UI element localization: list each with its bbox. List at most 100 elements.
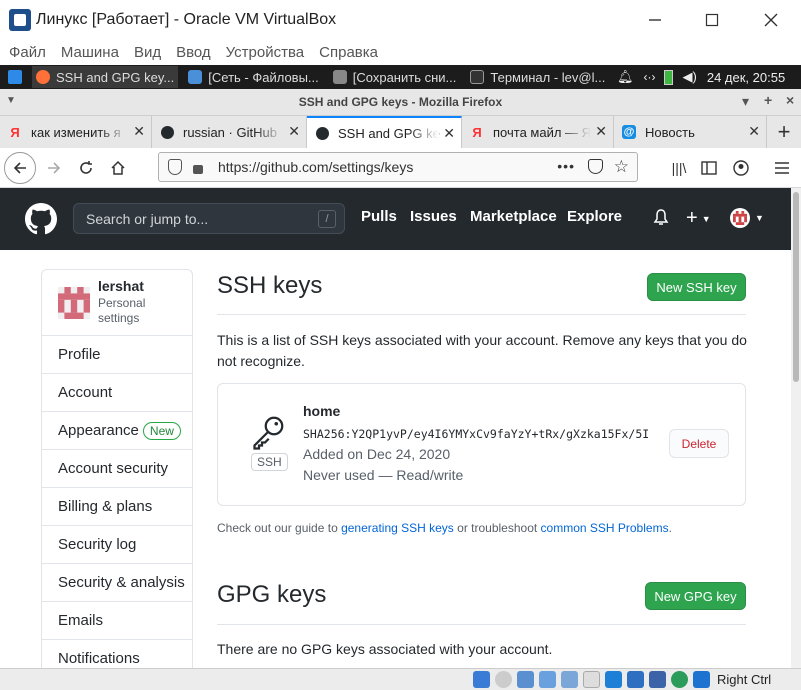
new-tab-button[interactable]: + (767, 116, 801, 148)
mail-at-icon: @ (622, 125, 636, 139)
account-button[interactable] (725, 152, 757, 184)
menu-devices[interactable]: Устройства (226, 44, 304, 61)
tab-news[interactable]: @ Новость ✕ (614, 116, 767, 148)
mouse-capture-icon[interactable] (693, 671, 710, 688)
menu-machine[interactable]: Машина (61, 44, 119, 61)
shared-folders-icon[interactable] (583, 671, 600, 688)
key-added-date: Added on Dec 24, 2020 (303, 446, 451, 462)
close-tab-icon[interactable]: ✕ (748, 123, 760, 140)
sidebar-item-account-security[interactable]: Account security (42, 450, 192, 488)
taskbar-item-firefox[interactable]: SSH and GPG key... (32, 66, 179, 88)
minimize-icon[interactable]: ▾ (742, 93, 749, 110)
generating-ssh-keys-link[interactable]: generating SSH keys (341, 521, 454, 535)
sidebar-item-label: Account (58, 384, 113, 401)
menu-input[interactable]: Ввод (176, 44, 211, 61)
optical-drive-icon[interactable] (495, 671, 512, 688)
close-tab-icon[interactable]: ✕ (443, 125, 455, 142)
taskbar-item-screenshot[interactable]: [Сохранить сни... (329, 66, 461, 88)
new-ssh-key-button[interactable]: New SSH key (647, 273, 746, 301)
close-window-button[interactable] (759, 8, 783, 32)
sidebar-item-profile[interactable]: Profile (42, 336, 192, 374)
audio-icon[interactable] (517, 671, 534, 688)
common-ssh-problems-link[interactable]: common SSH Problems (541, 521, 669, 535)
sidebar-item-security-log[interactable]: Security log (42, 526, 192, 564)
plus-icon: + (686, 207, 698, 229)
sidebar-item-label: Profile (58, 346, 101, 363)
virtualbox-statusbar: Right Ctrl (0, 668, 801, 690)
sidebar-item-appearance[interactable]: Appearance New (42, 412, 192, 450)
sidebar-item-security-analysis[interactable]: Security & analysis (42, 564, 192, 602)
forward-button[interactable] (38, 152, 70, 184)
new-badge: New (142, 421, 181, 440)
notification-bell-icon[interactable]: 🔔︎ (617, 69, 634, 85)
page-scrollbar[interactable] (791, 188, 801, 668)
clock[interactable]: 24 дек, 20:55 (707, 70, 785, 85)
library-button[interactable]: |||\ (663, 152, 695, 184)
network-adapter-icon[interactable] (539, 671, 556, 688)
sidebar-item-label: Emails (58, 612, 104, 629)
delete-key-button[interactable]: Delete (669, 429, 729, 458)
sidebar-item-account[interactable]: Account (42, 374, 192, 412)
close-tab-icon[interactable]: ✕ (133, 123, 145, 140)
page-actions-icon[interactable]: ••• (557, 158, 575, 174)
sidebar-button[interactable] (693, 152, 725, 184)
home-button[interactable] (102, 152, 134, 184)
maximize-icon (705, 13, 719, 27)
nav-marketplace[interactable]: Marketplace (470, 208, 557, 225)
nav-explore[interactable]: Explore (567, 208, 622, 225)
app-menu-button[interactable] (766, 152, 798, 184)
usb-icon[interactable] (561, 671, 578, 688)
firefox-icon (36, 70, 50, 84)
url-text[interactable]: https://github.com/settings/keys (218, 159, 413, 175)
menu-view[interactable]: Вид (134, 44, 161, 61)
notifications-bell-icon[interactable] (653, 209, 669, 227)
tab-github-russian[interactable]: russian · GitHub ✕ (152, 116, 307, 148)
tab-yandex-search[interactable]: Я как изменить я ✕ (0, 116, 152, 148)
sidebar-user-card[interactable]: lershat Personal settings (42, 270, 192, 336)
virtualization-icon[interactable] (649, 671, 666, 688)
window-menu-icon[interactable]: ▼ (6, 95, 16, 106)
tab-ssh-gpg-keys[interactable]: SSH and GPG ke ✕ (307, 116, 462, 148)
search-shortcut-key: / (318, 210, 336, 228)
maximize-button[interactable] (700, 8, 724, 32)
settings-sidebar: lershat Personal settings Profile Accoun… (41, 269, 193, 689)
close-tab-icon[interactable]: ✕ (288, 123, 300, 140)
sidebar-item-emails[interactable]: Emails (42, 602, 192, 640)
maximize-icon[interactable]: + (764, 92, 772, 108)
username: lershat (98, 278, 144, 294)
github-logo-icon[interactable] (25, 203, 57, 235)
battery-icon[interactable] (663, 69, 673, 85)
start-menu-button[interactable] (4, 66, 26, 88)
sidebar-item-billing[interactable]: Billing & plans (42, 488, 192, 526)
key-usage: Never used — Read/write (303, 467, 464, 483)
guest-additions-icon[interactable] (671, 671, 688, 688)
shield-icon[interactable] (168, 159, 182, 175)
sidebar-icon (701, 161, 717, 175)
scrollbar-thumb[interactable] (793, 192, 799, 382)
create-new-dropdown[interactable]: + ▼ (686, 207, 711, 230)
url-bar[interactable]: https://github.com/settings/keys ••• ☆ (158, 152, 638, 182)
new-gpg-key-button[interactable]: New GPG key (645, 582, 746, 610)
close-icon[interactable]: × (786, 92, 794, 108)
hard-disk-icon[interactable] (473, 671, 490, 688)
recording-icon[interactable] (627, 671, 644, 688)
reload-button[interactable] (70, 152, 102, 184)
bookmark-star-icon[interactable]: ☆ (614, 157, 629, 177)
minimize-button[interactable] (643, 8, 667, 32)
user-menu-dropdown[interactable]: ▼ (730, 208, 764, 228)
nav-pulls[interactable]: Pulls (361, 208, 397, 225)
display-icon[interactable] (605, 671, 622, 688)
tab-yandex-mail[interactable]: Я почта майл — Я ✕ (462, 116, 614, 148)
network-status-icon[interactable]: ‹·› (644, 70, 656, 84)
menu-help[interactable]: Справка (319, 44, 378, 61)
taskbar-item-files[interactable]: [Сеть - Файловы... (184, 66, 323, 88)
taskbar-item-terminal[interactable]: Терминал - lev@l... (466, 66, 609, 88)
close-tab-icon[interactable]: ✕ (595, 123, 607, 140)
volume-icon[interactable]: ◀︎) (683, 69, 697, 85)
back-button[interactable] (4, 152, 36, 184)
github-search-input[interactable]: Search or jump to... / (73, 203, 345, 234)
lock-icon[interactable] (193, 164, 203, 174)
nav-issues[interactable]: Issues (410, 208, 457, 225)
pocket-icon[interactable] (588, 159, 603, 174)
menu-file[interactable]: Файл (9, 44, 46, 61)
